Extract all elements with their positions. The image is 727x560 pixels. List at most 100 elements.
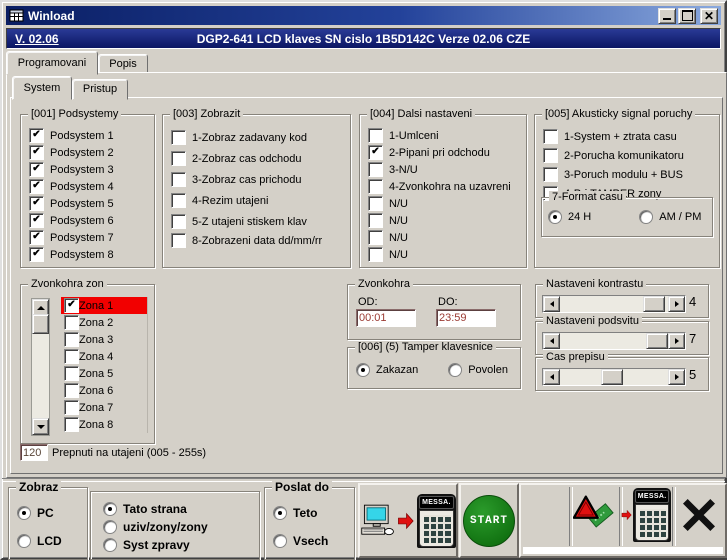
group-podsystemy: [001] Podsystemy Podsystem 1 Podsystem 2… <box>20 114 155 268</box>
checkbox-row[interactable]: N/U <box>368 229 526 246</box>
checkbox-row[interactable]: 4-Rezim utajeni <box>171 190 350 211</box>
radio-label: uziv/zony/zony <box>123 520 208 534</box>
scroll-down-button[interactable] <box>32 418 49 435</box>
checkbox-row[interactable]: 1-Umlceni <box>368 127 526 144</box>
keypad-side-keys <box>447 515 451 543</box>
zone-list-scrollbar[interactable] <box>31 298 50 436</box>
red-arrow-icon <box>397 512 415 530</box>
checkbox-row[interactable]: N/U <box>368 212 526 229</box>
checkbox-row[interactable]: 3-N/U <box>368 161 526 178</box>
zone-row[interactable]: Zona 3 <box>61 331 147 348</box>
scrollbar-thumb[interactable] <box>32 314 49 334</box>
radio-option[interactable]: Teto <box>273 504 317 521</box>
checkbox-row[interactable]: Podsystem 1 <box>29 127 154 144</box>
send-to-keypad-button[interactable]: MESSA. <box>621 487 671 543</box>
zone-label: Zona 7 <box>79 402 113 414</box>
checkbox-label: 2-Zobraz cas odchodu <box>192 153 301 165</box>
slider-left-button[interactable] <box>543 333 560 349</box>
prepis-slider[interactable] <box>542 368 686 386</box>
checkbox-row[interactable]: 2-Porucha komunikatoru <box>543 146 719 165</box>
slider-thumb[interactable] <box>643 296 665 312</box>
group-tamper: [006] (5) Tamper klavesnice Zakazan Povo… <box>347 347 521 389</box>
radio-label: AM / PM <box>659 211 701 223</box>
checkbox-row[interactable]: Podsystem 5 <box>29 195 154 212</box>
checkbox <box>368 230 383 245</box>
slider-thumb[interactable] <box>646 333 668 349</box>
checkbox-row[interactable]: 3-Zobraz cas prichodu <box>171 169 350 190</box>
slider-left-button[interactable] <box>543 296 560 312</box>
tab-programovani[interactable]: Programovani <box>6 51 98 75</box>
checkbox-row[interactable]: 5-Z utajeni stiskem klav <box>171 211 350 232</box>
checkbox-row[interactable]: 2-Zobraz cas odchodu <box>171 148 350 169</box>
radio <box>103 520 117 534</box>
checkbox-label: 3-Zobraz cas prichodu <box>192 174 301 186</box>
app-keypad-icon <box>9 9 24 23</box>
radio-option[interactable]: Vsech <box>273 532 328 549</box>
checkbox-row[interactable]: N/U <box>368 246 526 263</box>
checkbox-row[interactable]: 1-Zobraz zadavany kod <box>171 127 350 148</box>
checkbox <box>171 130 186 145</box>
checkbox-row[interactable]: 1-System + ztrata casu <box>543 127 719 146</box>
kontrast-slider[interactable] <box>542 295 686 313</box>
slider-left-button[interactable] <box>543 369 560 385</box>
slider-thumb[interactable] <box>601 369 623 385</box>
checkbox-row[interactable]: 2-Pipani pri odchodu <box>368 144 526 161</box>
zone-row[interactable]: Zona 7 <box>61 399 147 416</box>
slider-right-button[interactable] <box>668 369 685 385</box>
slider-right-button[interactable] <box>668 333 685 349</box>
radio-label: PC <box>37 506 54 520</box>
maximize-button[interactable] <box>678 8 696 24</box>
checkbox-row[interactable]: 8-Zobrazeni data dd/mm/rr <box>171 232 350 249</box>
close-button[interactable]: ✕ <box>700 8 718 24</box>
checkbox-row[interactable]: 4-Zvonkohra na uzavreni <box>368 178 526 195</box>
cancel-button[interactable] <box>674 487 723 543</box>
module-error-button[interactable] <box>571 487 619 543</box>
tab-pristup[interactable]: Pristup <box>72 79 128 100</box>
checkbox-row[interactable]: Podsystem 2 <box>29 144 154 161</box>
group-zobrazit: [003] Zobrazit 1-Zobraz zadavany kod 2-Z… <box>162 114 351 268</box>
tab-system[interactable]: System <box>12 76 72 100</box>
arrow-right-icon <box>675 338 679 344</box>
radio-option[interactable]: Tato strana <box>103 500 187 517</box>
checkbox-row[interactable]: Podsystem 7 <box>29 229 154 246</box>
minimize-button[interactable] <box>658 8 676 24</box>
checkbox-row[interactable]: N/U <box>368 195 526 212</box>
minimize-icon <box>663 18 671 20</box>
podsvit-slider[interactable] <box>542 332 686 350</box>
zone-row[interactable]: Zona 1 <box>61 297 147 314</box>
checkbox-label: 4-Zvonkohra na uzavreni <box>389 181 511 193</box>
radio-option[interactable]: LCD <box>17 532 62 549</box>
zone-label: Zona 4 <box>79 351 113 363</box>
od-input[interactable] <box>356 309 416 327</box>
group-title: [004] Dalsi nastaveni <box>367 108 475 120</box>
check-icon <box>32 215 40 225</box>
checkbox-row[interactable]: Podsystem 4 <box>29 178 154 195</box>
radio-option[interactable]: Zakazan <box>356 363 418 377</box>
zone-row[interactable]: Zona 8 <box>61 416 147 433</box>
zone-row[interactable]: Zona 4 <box>61 348 147 365</box>
checkbox-row[interactable]: Podsystem 8 <box>29 246 154 263</box>
prepnuti-input[interactable] <box>20 444 48 461</box>
zone-row[interactable]: Zona 5 <box>61 365 147 382</box>
radio-option[interactable]: 24 H <box>548 210 591 224</box>
checkbox-row[interactable]: Podsystem 6 <box>29 212 154 229</box>
start-button[interactable]: START <box>459 483 519 558</box>
group-title: Poslat do <box>272 481 332 493</box>
radio-option[interactable]: Povolen <box>448 363 508 377</box>
radio-option[interactable]: PC <box>17 504 54 521</box>
arrow-up-icon <box>37 306 45 310</box>
group-title: Zobraz <box>16 481 61 493</box>
radio-option[interactable]: AM / PM <box>639 210 701 224</box>
zone-row[interactable]: Zona 6 <box>61 382 147 399</box>
radio <box>17 506 31 520</box>
checkbox <box>171 172 186 187</box>
checkbox <box>368 128 383 143</box>
radio-option[interactable]: uziv/zony/zony <box>103 518 208 535</box>
zone-row[interactable]: Zona 2 <box>61 314 147 331</box>
send-pc-to-keypad-button[interactable]: MESSA. <box>358 483 458 558</box>
checkbox-row[interactable]: Podsystem 3 <box>29 161 154 178</box>
slider-right-button[interactable] <box>668 296 685 312</box>
radio-option[interactable]: Syst zpravy <box>103 536 190 553</box>
do-input[interactable] <box>436 309 496 327</box>
checkbox-row[interactable]: 3-Poruch modulu + BUS <box>543 165 719 184</box>
